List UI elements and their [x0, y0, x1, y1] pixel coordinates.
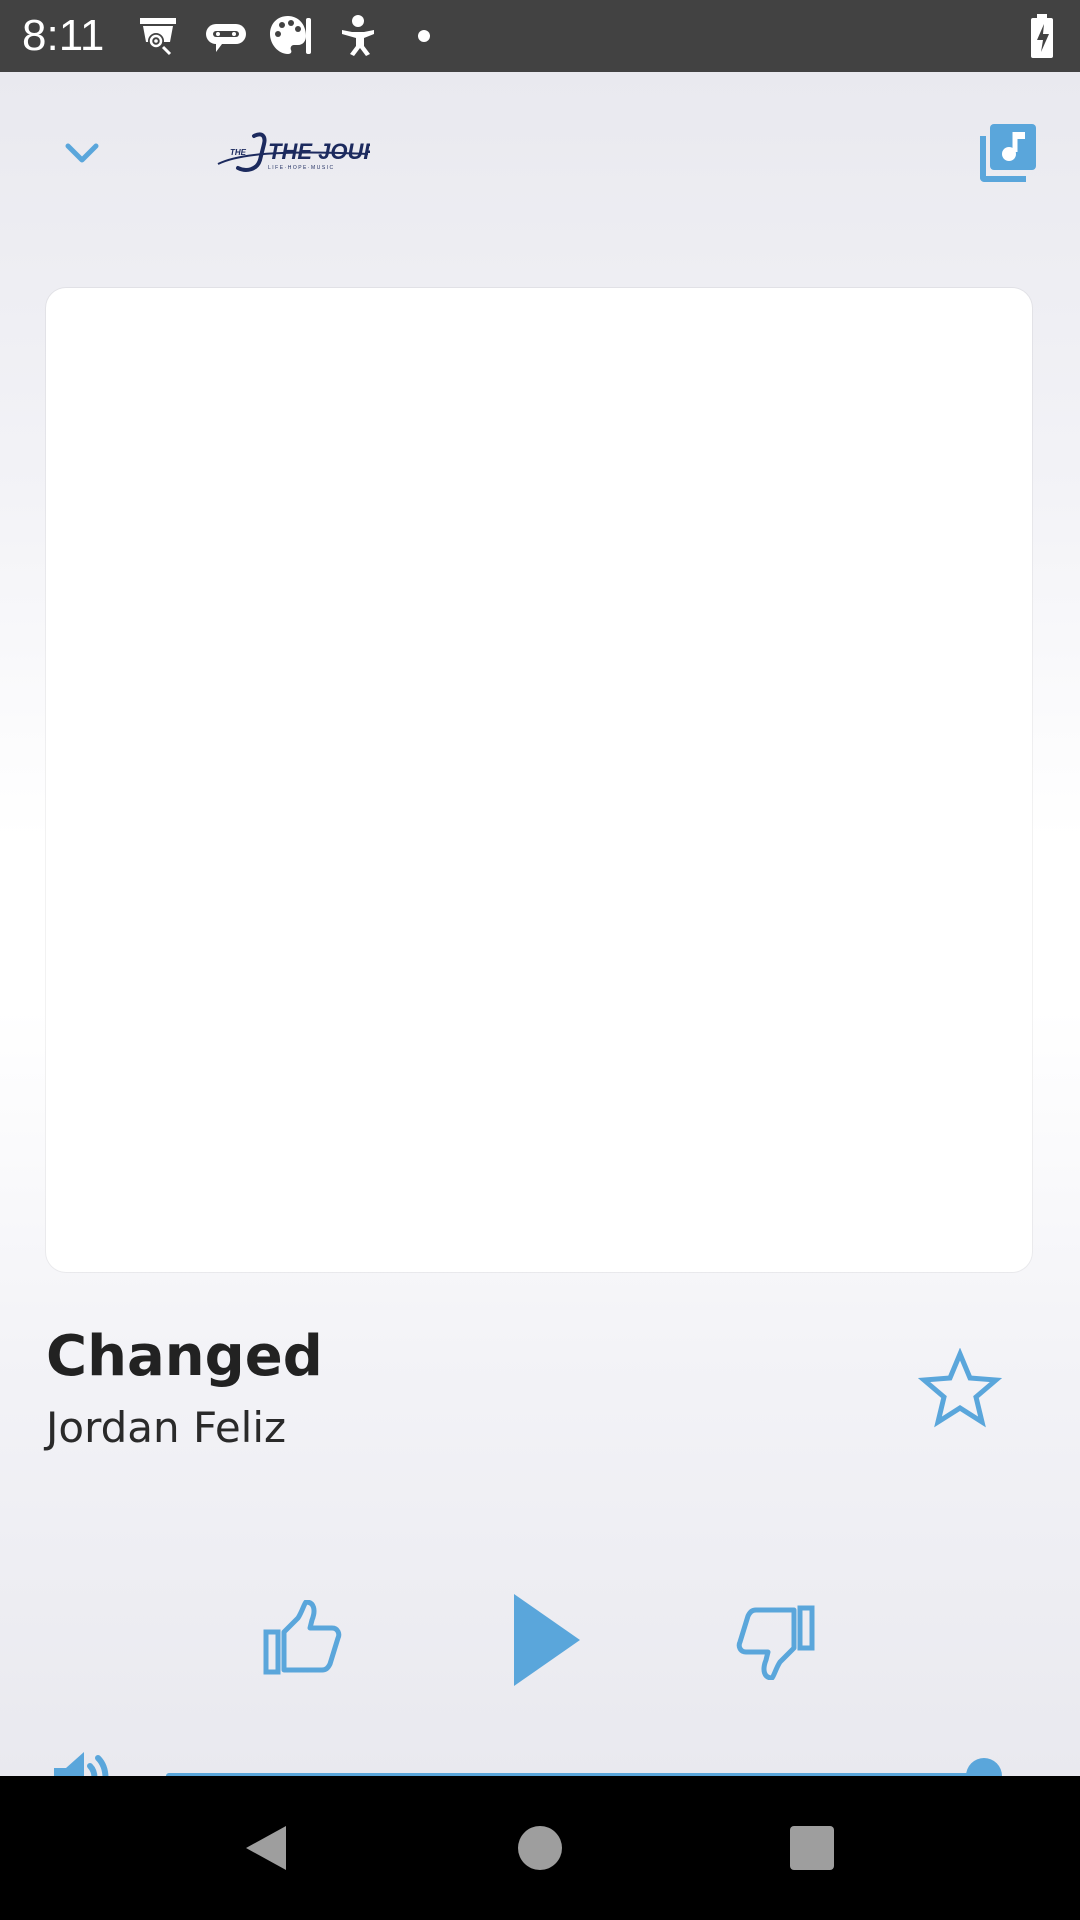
- logo-text: THE JOURNEY: [268, 139, 370, 164]
- track-title: Changed: [46, 1324, 323, 1389]
- battery-charging-icon: [1020, 12, 1068, 60]
- now-playing-screen: THE THE JOURNEY LIFE·HOPE·MUSIC Changed …: [0, 72, 1080, 1804]
- track-artist: Jordan Feliz: [46, 1403, 287, 1452]
- robot-face-icon: [202, 12, 250, 60]
- navigation-bar: [0, 1776, 1080, 1920]
- status-bar: 8:11: [0, 0, 1080, 72]
- chevron-down-icon[interactable]: [56, 128, 108, 180]
- journey-logo: THE THE JOURNEY LIFE·HOPE·MUSIC: [210, 122, 370, 182]
- notification-dot-icon: [412, 12, 460, 60]
- home-circle-icon[interactable]: [514, 1822, 566, 1874]
- star-outline-icon[interactable]: [918, 1348, 1002, 1428]
- thumbs-down-icon[interactable]: [736, 1604, 816, 1680]
- status-time: 8:11: [22, 11, 105, 60]
- album-art: [46, 288, 1032, 1272]
- music-library-icon[interactable]: [974, 122, 1038, 186]
- thumbs-up-icon[interactable]: [262, 1600, 342, 1676]
- palette-icon: [266, 12, 314, 60]
- baby-icon: [334, 12, 382, 60]
- back-triangle-icon[interactable]: [240, 1822, 292, 1874]
- recents-square-icon[interactable]: [786, 1822, 838, 1874]
- webcam-icon: [134, 12, 182, 60]
- play-icon[interactable]: [512, 1594, 582, 1686]
- logo-tagline: LIFE·HOPE·MUSIC: [268, 165, 335, 171]
